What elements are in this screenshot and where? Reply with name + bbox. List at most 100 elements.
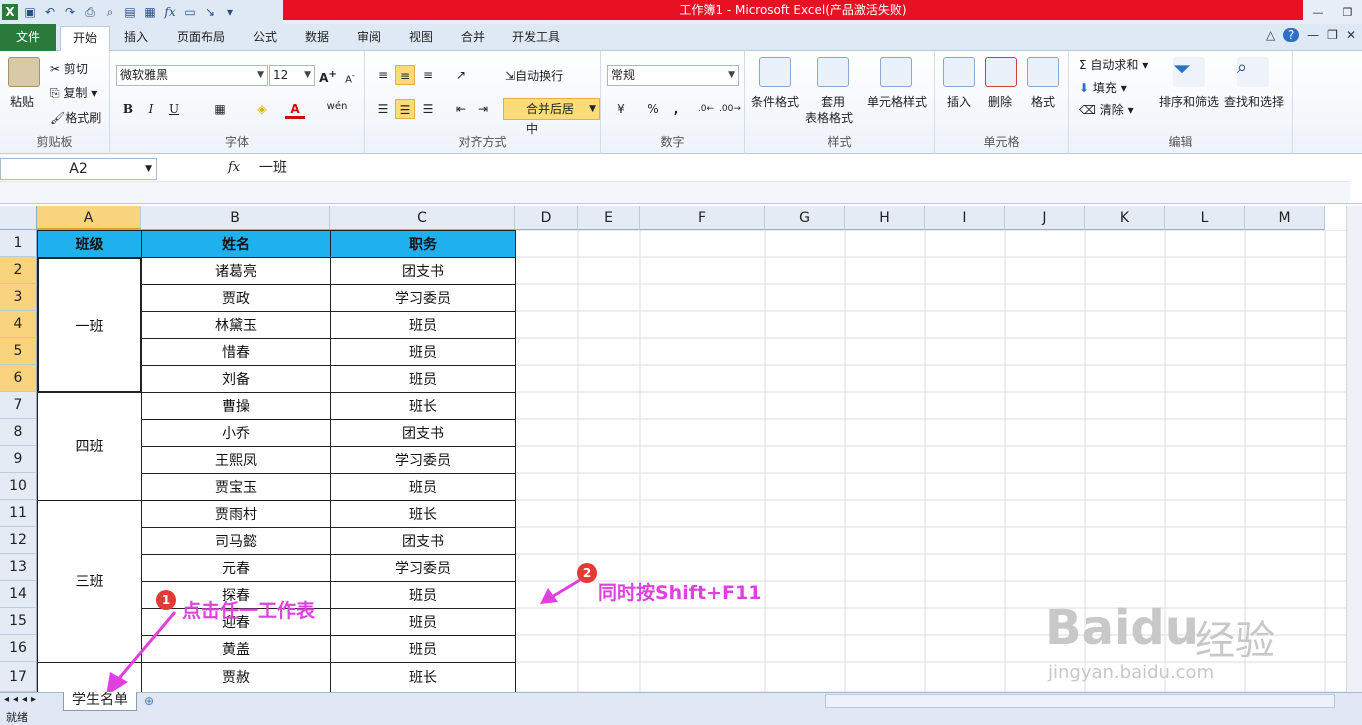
- delete-button[interactable]: 删除: [988, 93, 1012, 110]
- row-header-5[interactable]: 5: [0, 338, 37, 365]
- name-cell[interactable]: 贾宝玉: [141, 473, 331, 501]
- table-format-label-1[interactable]: 套用: [821, 93, 845, 110]
- name-cell[interactable]: 小乔: [141, 419, 331, 447]
- number-format-combo[interactable]: 常规 ▼: [607, 65, 739, 86]
- name-cell[interactable]: 贾政: [141, 284, 331, 312]
- phonetic-button[interactable]: wén: [324, 97, 350, 117]
- font-color-button[interactable]: A: [285, 99, 305, 119]
- align-center-icon[interactable]: ☰: [395, 99, 415, 119]
- role-cell[interactable]: 班员: [330, 473, 516, 501]
- undo-icon[interactable]: ↶: [42, 4, 58, 20]
- find-select-button[interactable]: 查找和选择: [1224, 93, 1284, 110]
- role-cell[interactable]: 学习委员: [330, 446, 516, 474]
- name-cell[interactable]: 惜春: [141, 338, 331, 366]
- tab-review[interactable]: 审阅: [347, 26, 391, 51]
- decrease-indent-icon[interactable]: ⇤: [451, 99, 471, 119]
- column-header-H[interactable]: H: [845, 206, 925, 230]
- name-box[interactable]: A2 ▼: [0, 158, 157, 180]
- sheet-nav-icon[interactable]: ◂◂◂▸: [4, 694, 40, 705]
- decrease-decimal-icon[interactable]: .00→: [719, 99, 741, 119]
- align-right-icon[interactable]: ☰: [418, 99, 438, 119]
- tab-page-layout[interactable]: 页面布局: [168, 26, 234, 51]
- increase-indent-icon[interactable]: ⇥: [473, 99, 493, 119]
- align-left-icon[interactable]: ☰: [373, 99, 393, 119]
- percent-button[interactable]: %: [643, 99, 663, 119]
- currency-icon[interactable]: ¥: [611, 99, 631, 119]
- align-bottom-icon[interactable]: ≡: [418, 65, 438, 85]
- column-header-M[interactable]: M: [1245, 206, 1325, 230]
- column-header-C[interactable]: C: [330, 206, 515, 230]
- tab-merge[interactable]: 合并: [451, 26, 495, 51]
- class-cell[interactable]: 一班: [37, 257, 142, 393]
- format-cells-icon[interactable]: [1027, 57, 1059, 87]
- insert-button[interactable]: 插入: [947, 93, 971, 110]
- underline-button[interactable]: U: [164, 99, 184, 119]
- row-header-6[interactable]: 6: [0, 365, 37, 392]
- comma-button[interactable]: ,: [666, 99, 686, 119]
- format-painter-button[interactable]: 🖌格式刷: [50, 109, 101, 126]
- align-middle-icon[interactable]: ≡: [395, 65, 415, 85]
- border-icon[interactable]: ▦: [210, 99, 230, 119]
- fx-button[interactable]: fx: [228, 160, 240, 175]
- cell-styles-icon[interactable]: [880, 57, 912, 87]
- table-format-label-2[interactable]: 表格格式: [805, 109, 853, 126]
- minimize-workbook-icon[interactable]: —: [1307, 28, 1319, 42]
- role-cell[interactable]: 班长: [330, 662, 516, 692]
- macro-icon[interactable]: ↘: [202, 4, 218, 20]
- column-header-A[interactable]: A: [37, 206, 141, 230]
- column-header-E[interactable]: E: [578, 206, 640, 230]
- row-header-16[interactable]: 16: [0, 635, 37, 662]
- role-cell[interactable]: 班员: [330, 338, 516, 366]
- tab-data[interactable]: 数据: [295, 26, 339, 51]
- clear-button[interactable]: ⌫ 清除 ▾: [1079, 101, 1134, 118]
- sort-filter-button[interactable]: 排序和筛选: [1159, 93, 1219, 110]
- print-preview-icon[interactable]: ⌕: [102, 4, 118, 20]
- close-workbook-icon[interactable]: ✕: [1346, 28, 1356, 42]
- column-header-B[interactable]: B: [141, 206, 330, 230]
- align-top-icon[interactable]: ≡: [373, 65, 393, 85]
- name-cell[interactable]: 王熙凤: [141, 446, 331, 474]
- customize-qat-icon[interactable]: ▾: [222, 4, 238, 20]
- print-icon[interactable]: ⎙: [82, 4, 98, 20]
- role-cell[interactable]: 班员: [330, 311, 516, 339]
- name-cell[interactable]: 司马懿: [141, 527, 331, 555]
- role-cell[interactable]: 团支书: [330, 257, 516, 285]
- role-cell[interactable]: 班员: [330, 635, 516, 663]
- row-header-9[interactable]: 9: [0, 446, 37, 473]
- tab-view[interactable]: 视图: [399, 26, 443, 51]
- row-header-14[interactable]: 14: [0, 581, 37, 608]
- shrink-font-button[interactable]: A-: [340, 65, 360, 85]
- role-cell[interactable]: 团支书: [330, 527, 516, 555]
- new-sheet-icon[interactable]: ⊕: [144, 694, 154, 708]
- binoculars-icon[interactable]: ⌕: [1237, 57, 1269, 87]
- role-cell[interactable]: 学习委员: [330, 554, 516, 582]
- row-header-2[interactable]: 2: [0, 257, 37, 284]
- orientation-icon[interactable]: ↗: [451, 65, 471, 85]
- row-header-3[interactable]: 3: [0, 284, 37, 311]
- sort-filter-icon[interactable]: ⏷: [1173, 57, 1205, 87]
- increase-decimal-icon[interactable]: .0←: [696, 99, 716, 119]
- name-cell[interactable]: 曹操: [141, 392, 331, 420]
- table-header-cell[interactable]: 职务: [330, 230, 516, 258]
- row-header-7[interactable]: 7: [0, 392, 37, 419]
- tab-home[interactable]: 开始: [60, 26, 110, 51]
- cell-styles-button[interactable]: 单元格样式: [867, 93, 927, 110]
- tab-formulas[interactable]: 公式: [243, 26, 287, 51]
- name-cell[interactable]: 刘备: [141, 365, 331, 393]
- column-header-J[interactable]: J: [1005, 206, 1085, 230]
- name-cell[interactable]: 元春: [141, 554, 331, 582]
- role-cell[interactable]: 班长: [330, 500, 516, 528]
- format-button[interactable]: 格式: [1031, 93, 1055, 110]
- column-header-I[interactable]: I: [925, 206, 1005, 230]
- role-cell[interactable]: 班员: [330, 608, 516, 636]
- horizontal-scrollbar[interactable]: [825, 694, 1335, 708]
- merge-center-button[interactable]: 合并后居中 ▼: [503, 98, 600, 136]
- row-header-1[interactable]: 1: [0, 230, 37, 257]
- row-header-13[interactable]: 13: [0, 554, 37, 581]
- column-header-D[interactable]: D: [515, 206, 578, 230]
- paste-icon[interactable]: [8, 57, 40, 87]
- conditional-format-button[interactable]: 条件格式: [751, 93, 799, 110]
- row-header-12[interactable]: 12: [0, 527, 37, 554]
- role-cell[interactable]: 团支书: [330, 419, 516, 447]
- form-icon[interactable]: ▭: [182, 4, 198, 20]
